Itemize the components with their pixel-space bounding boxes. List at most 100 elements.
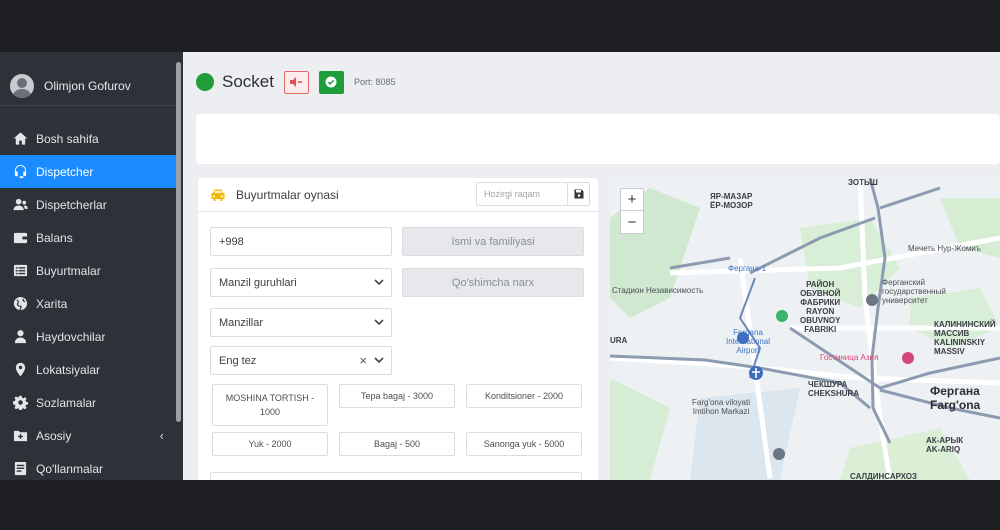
map-label: САЛДИНСАРХОЗ — [850, 472, 918, 480]
orders-panel: Buyurtmalar oynasi Ismi va familiyasi Ma… — [198, 178, 598, 480]
map-label: Фергана Farg'ona — [930, 384, 981, 412]
sidebar-item-balans[interactable]: Balans — [0, 221, 178, 254]
sidebar-nav: Bosh sahifa Dispetcher Dispetcherlar Bal… — [0, 122, 178, 480]
sidebar-item-qollanmalar[interactable]: Qo'llanmalar — [0, 452, 178, 480]
sidebar: Olimjon Gofurov Bosh sahifa Dispetcher D… — [0, 52, 183, 480]
option-button[interactable]: Yuk - 2000 — [212, 432, 328, 456]
book-icon — [12, 461, 28, 477]
info-bar — [196, 114, 1000, 164]
sidebar-item-buyurtmalar[interactable]: Buyurtmalar — [0, 254, 178, 287]
screenshot-frame: Olimjon Gofurov Bosh sahifa Dispetcher D… — [0, 0, 1000, 530]
save-button[interactable] — [567, 183, 589, 205]
map-label: АК-АРЫК AK-ARIQ — [926, 436, 964, 454]
extra-price-field[interactable]: Qo'shimcha narx — [402, 268, 584, 297]
sidebar-scrollbar[interactable] — [176, 62, 181, 422]
map-zoom-control: + − — [620, 188, 644, 234]
avatar — [10, 73, 34, 98]
sidebar-item-label: Buyurtmalar — [36, 263, 101, 278]
confirm-button[interactable] — [318, 70, 344, 94]
fullname-field[interactable]: Ismi va familiyasi — [402, 227, 584, 256]
current-number-input[interactable] — [477, 184, 567, 204]
option-button[interactable]: Sanonga yuk - 5000 — [466, 432, 582, 456]
zoom-out-button[interactable]: − — [621, 211, 643, 233]
chevron-left-icon[interactable]: ‹ — [160, 428, 164, 443]
floppy-disk-icon — [574, 189, 583, 199]
map-label: ЧЕКШУРА CHEKSHURA — [808, 380, 860, 398]
sidebar-item-label: Bosh sahifa — [36, 131, 99, 146]
sidebar-item-label: Dispetcherlar — [36, 197, 107, 212]
sidebar-item-label: Haydovchilar — [36, 329, 106, 344]
zoom-in-button[interactable]: + — [621, 189, 643, 211]
mute-button[interactable] — [283, 70, 309, 94]
speaker-mute-icon — [290, 77, 303, 87]
home-icon — [12, 131, 28, 147]
list-icon — [12, 263, 28, 279]
address-group-value: Manzil guruhlari — [219, 276, 297, 289]
check-circle-icon — [325, 76, 337, 88]
speed-select[interactable]: Eng tez × — [210, 346, 392, 375]
orders-panel-header: Buyurtmalar oynasi — [198, 178, 598, 212]
app-screen: Olimjon Gofurov Bosh sahifa Dispetcher D… — [0, 52, 1000, 480]
option-button[interactable]: Bagaj - 500 — [339, 432, 455, 456]
sidebar-item-label: Qo'llanmalar — [36, 461, 103, 476]
address-group-select[interactable]: Manzil guruhlari — [210, 268, 392, 297]
sidebar-item-haydovchilar[interactable]: Haydovchilar — [0, 320, 178, 353]
chevron-down-icon — [374, 319, 384, 326]
option-button[interactable]: Konditsioner - 2000 — [466, 384, 582, 408]
sidebar-item-sozlamalar[interactable]: Sozlamalar — [0, 386, 178, 419]
sidebar-item-lokatsiyalar[interactable]: Lokatsiyalar — [0, 353, 178, 386]
map-label: ЯР-МАЗАР ЁР-МОЗОР — [710, 192, 753, 210]
map-label: Мечеть Нур-Жомиъ — [908, 244, 981, 253]
orders-panel-title: Buyurtmalar oynasi — [236, 187, 339, 202]
sidebar-item-xarita[interactable]: Xarita — [0, 287, 178, 320]
map-label: ЗОТЬШ — [848, 178, 878, 187]
user-name: Olimjon Gofurov — [44, 78, 131, 93]
sidebar-item-bosh-sahifa[interactable]: Bosh sahifa — [0, 122, 178, 155]
current-number-box — [476, 182, 590, 206]
sidebar-item-label: Balans — [36, 230, 73, 245]
headset-icon — [12, 164, 28, 180]
map-label: Farg'ona viloyati Imtihon Markazi — [692, 398, 750, 416]
sidebar-item-label: Asosiy — [36, 428, 72, 443]
map-label: РАЙОН ОБУВНОЙ ФАБРИКИ RAYON OBUVNOY FABR… — [800, 280, 841, 334]
map[interactable]: + − ЗОТЬШ ЯР-МАЗАР ЁР-МОЗОР Мечеть Нур-Ж… — [610, 178, 1000, 480]
sidebar-item-asosiy[interactable]: Asosiy ‹ — [0, 419, 178, 452]
chevron-down-icon — [374, 357, 384, 364]
map-label: КАЛИНИНСКИЙ МАССИВ KALININSKIY MASSIV — [934, 320, 996, 356]
globe-icon — [12, 296, 28, 312]
chevron-down-icon — [374, 279, 384, 286]
option-button[interactable]: MOSHINA TORTISH - 1000 — [212, 384, 328, 426]
taxi-icon — [211, 189, 225, 201]
socket-status-indicator — [196, 73, 214, 91]
driver-icon — [12, 329, 28, 345]
sidebar-item-dispetcher[interactable]: Dispetcher — [0, 155, 178, 188]
port-label: Port: 8085 — [353, 77, 396, 87]
map-label: URA — [610, 336, 628, 345]
sidebar-item-label: Lokatsiyalar — [36, 362, 101, 377]
sidebar-item-label: Sozlamalar — [36, 395, 97, 410]
map-label: Фергана-1 — [728, 264, 767, 273]
sidebar-item-dispetcherlar[interactable]: Dispetcherlar — [0, 188, 178, 221]
phone-field[interactable] — [210, 227, 392, 256]
phone-input[interactable] — [219, 235, 391, 248]
option-button[interactable]: Tepa bagaj - 3000 — [339, 384, 455, 408]
folder-icon — [12, 428, 28, 444]
sidebar-item-label: Dispetcher — [36, 164, 94, 179]
map-label: Fergana International Airport — [726, 328, 771, 355]
gear-icon — [12, 395, 28, 411]
map-label: Стадион Независимость — [612, 286, 704, 295]
addresses-select[interactable]: Manzillar — [210, 308, 392, 337]
clear-icon[interactable]: × — [359, 353, 367, 368]
map-label: Гостиница Азия — [820, 353, 879, 362]
user-profile[interactable]: Olimjon Gofurov — [0, 66, 176, 106]
wallet-icon — [12, 230, 28, 246]
map-marker-icon — [12, 362, 28, 378]
page-title: Socket — [222, 72, 274, 91]
addresses-value: Manzillar — [219, 316, 264, 329]
map-label: Ферганский государственный университет — [882, 278, 946, 305]
users-icon — [12, 197, 28, 213]
sidebar-item-label: Xarita — [36, 296, 68, 311]
comment-field[interactable] — [210, 472, 582, 480]
speed-value: Eng tez — [219, 354, 257, 367]
header: Socket Port: 8085 — [196, 64, 1000, 100]
